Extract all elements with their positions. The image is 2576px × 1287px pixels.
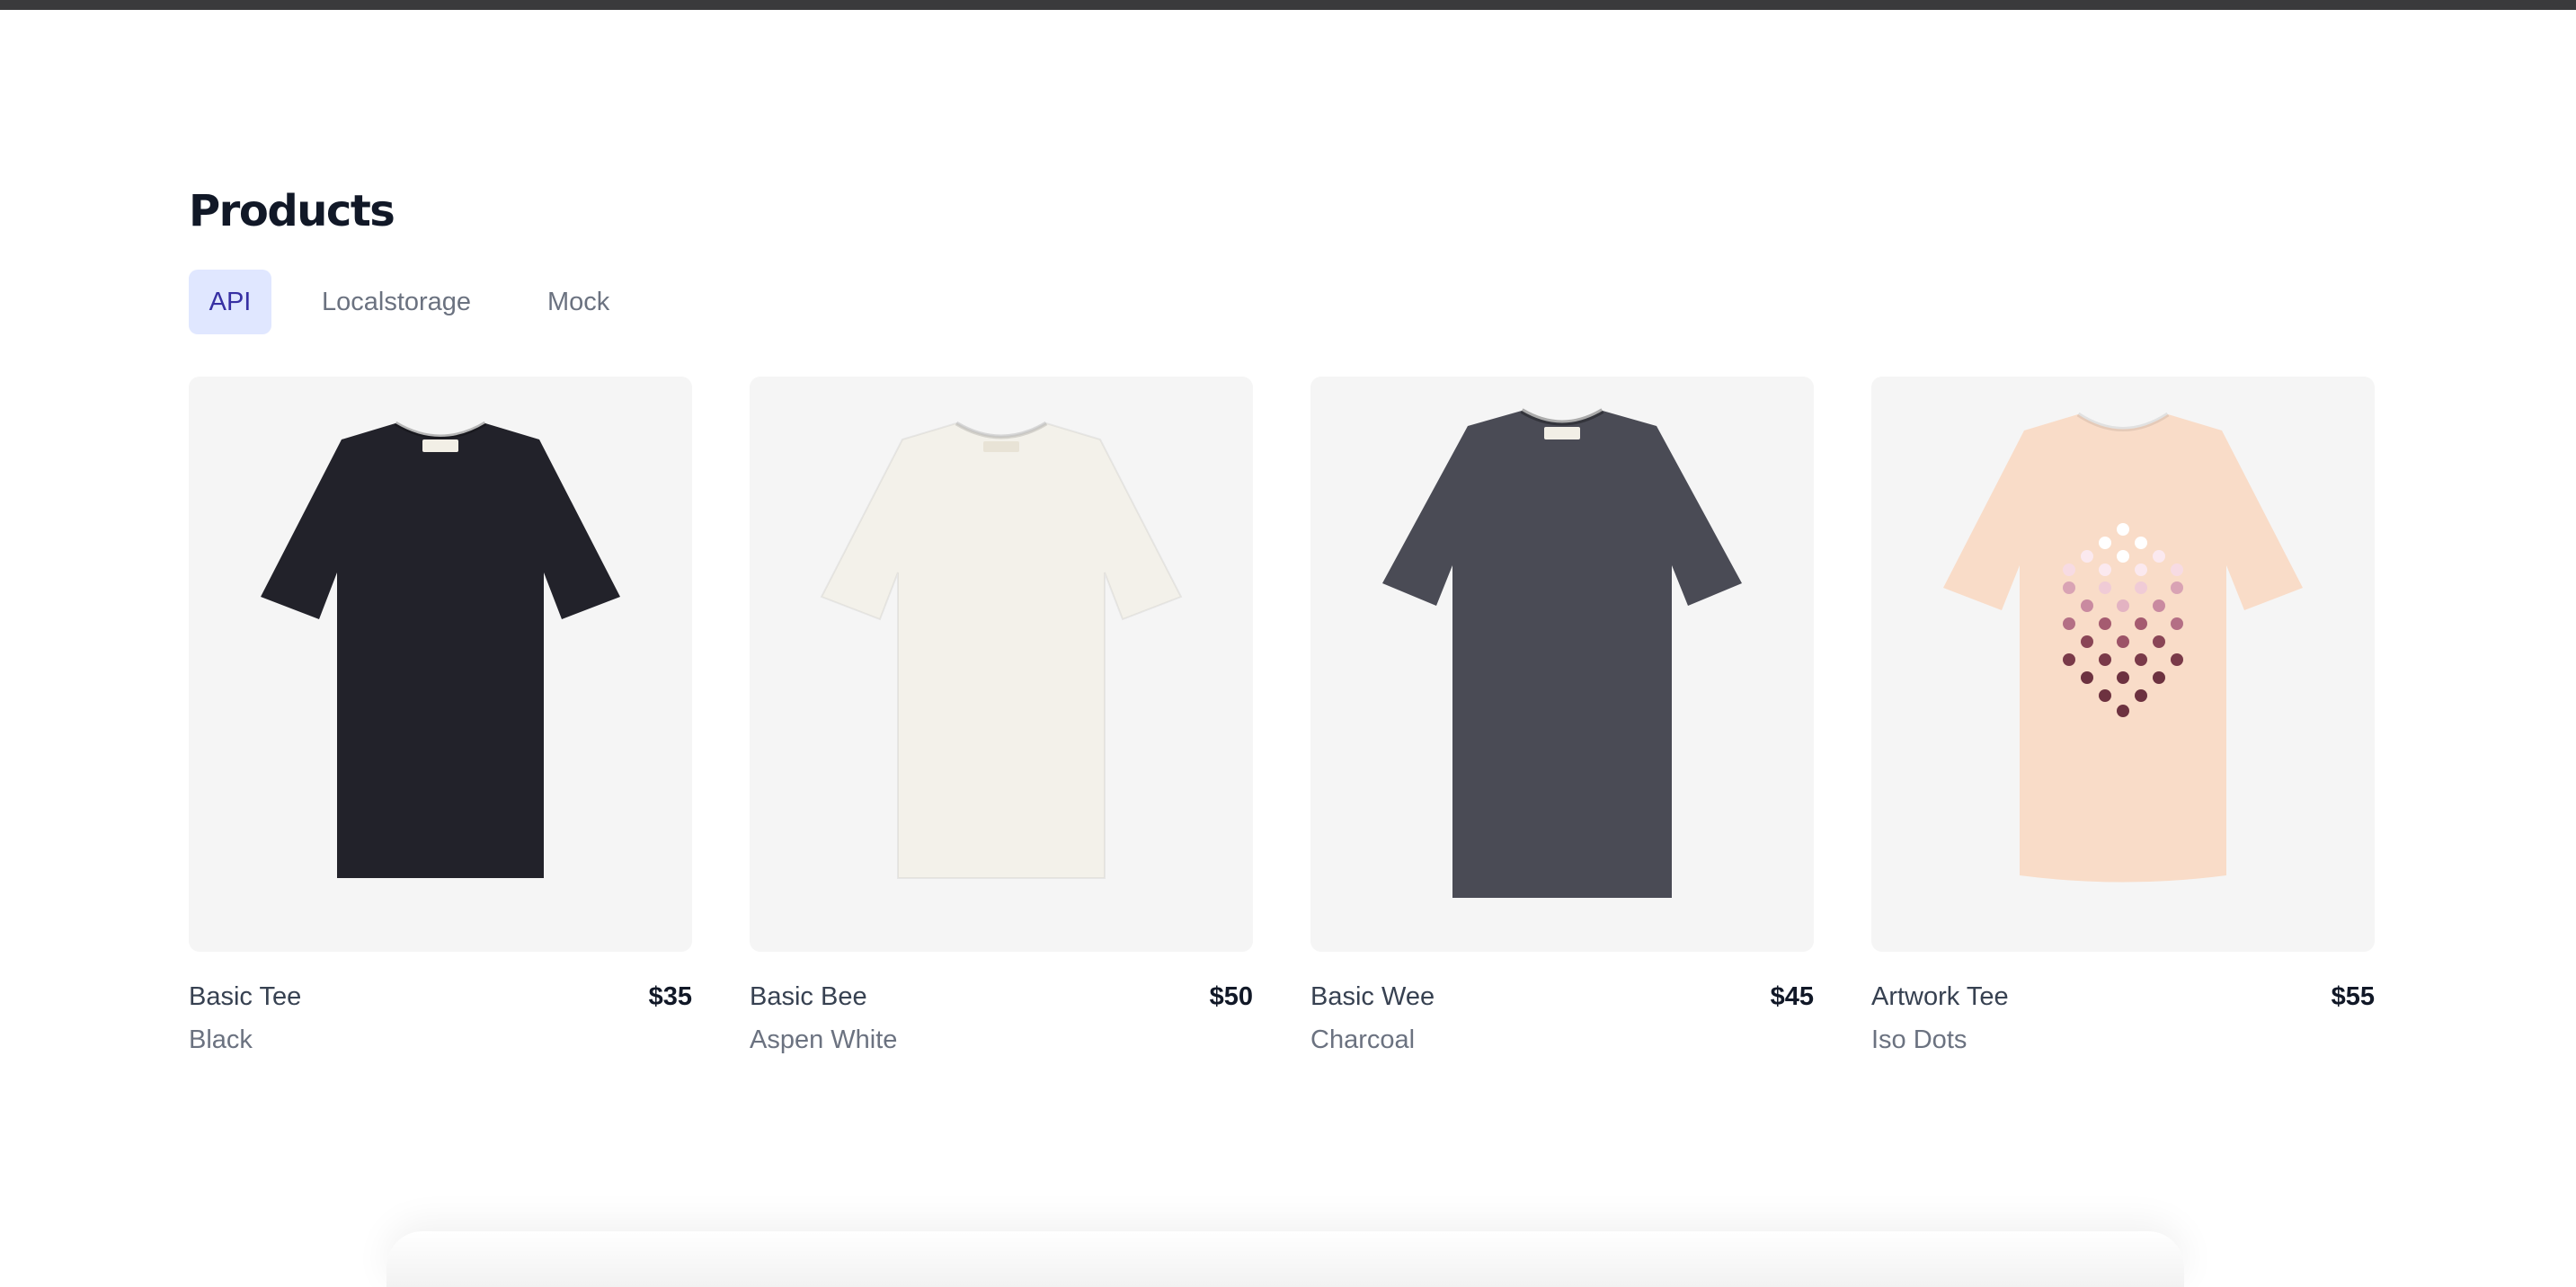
product-color: Black [189, 1025, 253, 1054]
product-card[interactable]: Basic Bee $50 Aspen White [750, 377, 1253, 1054]
product-price: $50 [1209, 982, 1253, 1011]
black-tshirt-image [261, 421, 620, 878]
tab-localstorage[interactable]: Localstorage [322, 270, 471, 334]
product-card[interactable]: Artwork Tee $55 Iso Dots [1871, 377, 2375, 1054]
product-image[interactable] [750, 377, 1253, 952]
product-name[interactable]: Artwork Tee [1871, 981, 2009, 1013]
bottom-panel-shadow [386, 1231, 2184, 1287]
product-price: $55 [2331, 982, 2375, 1011]
white-tshirt-image [820, 421, 1183, 879]
product-color: Iso Dots [1871, 1025, 1968, 1054]
product-price: $45 [1770, 982, 1814, 1011]
product-image[interactable] [1871, 377, 2375, 952]
tab-mock[interactable]: Mock [547, 270, 609, 334]
charcoal-tshirt-image [1382, 408, 1742, 898]
product-card[interactable]: Basic Tee $35 Black [189, 377, 692, 1054]
product-color: Aspen White [750, 1025, 898, 1054]
tab-api[interactable]: API [189, 270, 271, 334]
product-color: Charcoal [1310, 1025, 1416, 1054]
product-image[interactable] [189, 377, 692, 952]
product-name[interactable]: Basic Bee [750, 981, 867, 1013]
product-image[interactable] [1310, 377, 1814, 952]
window-top-bar [0, 0, 2576, 10]
product-name[interactable]: Basic Tee [189, 981, 301, 1013]
page-title: Products [189, 186, 395, 236]
product-name[interactable]: Basic Wee [1310, 981, 1435, 1013]
product-card[interactable]: Basic Wee $45 Charcoal [1310, 377, 1814, 1054]
product-price: $35 [648, 982, 692, 1011]
peach-artwork-tshirt-image [1943, 412, 2303, 883]
